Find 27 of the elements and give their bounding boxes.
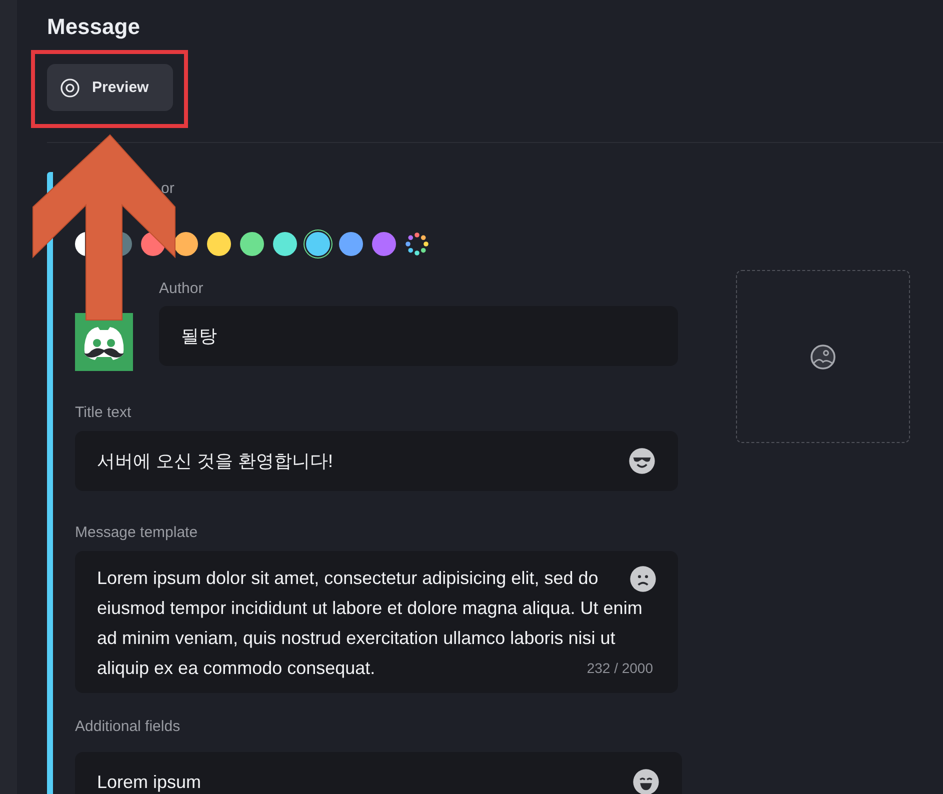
input-field[interactable]: 서버에 오신 것을 환영합니다! (75, 431, 678, 491)
emoji-icon[interactable] (632, 768, 660, 794)
color-swatch[interactable] (306, 232, 330, 256)
color-swatch[interactable] (207, 232, 231, 256)
emoji-icon[interactable] (629, 565, 657, 593)
color-picker-icon[interactable] (405, 232, 429, 256)
emoji-icon[interactable] (628, 447, 656, 475)
color-swatch[interactable] (240, 232, 264, 256)
input-field[interactable]: 될탕 (159, 306, 678, 366)
field-label: Title text (75, 404, 132, 422)
color-swatch[interactable] (372, 232, 396, 256)
color-swatch[interactable] (273, 232, 297, 256)
field-label: Message template (75, 524, 199, 542)
preview-button[interactable]: Preview (47, 64, 173, 111)
color-swatch[interactable] (174, 232, 198, 256)
field-label: Additional fields (75, 718, 182, 736)
section-title: Message (47, 13, 141, 41)
image-icon (810, 344, 836, 370)
eye-icon (60, 78, 80, 98)
color-swatch[interactable] (75, 232, 85, 256)
color-swatch[interactable] (339, 232, 363, 256)
text-area[interactable]: Lorem ipsum dolor sit amet, consectetur adipisicing elit, sed do eiusmod tempor incididunt ut labore et dolore magna aliqua. Ut enim ad minim veniam, quis nostrud exercitation ullamco laboris nisi ut aliquip ex ea commodo consequat. 232 / 2000 (75, 551, 678, 693)
avatar-image[interactable] (75, 313, 133, 371)
field-label: or (161, 180, 174, 198)
field-label: Author (159, 280, 204, 298)
input-field[interactable]: Lorem ipsum (75, 752, 682, 794)
character-counter: 232 / 2000 (586, 660, 653, 676)
